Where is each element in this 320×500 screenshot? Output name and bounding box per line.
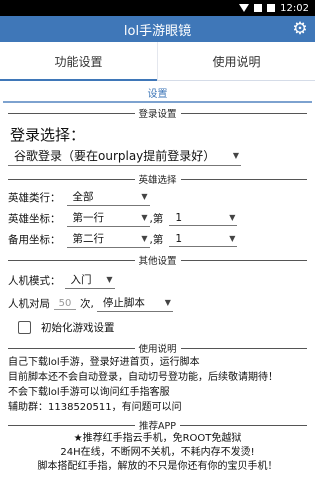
hero-coord-row-value: 第一行 — [72, 212, 105, 224]
chevron-down-icon: ▼ — [141, 192, 148, 201]
mode-select[interactable]: 入门 ▼ — [64, 272, 115, 289]
hero-category-label: 英雄类行： — [8, 192, 61, 204]
tab-function-settings[interactable]: 功能设置 — [0, 42, 157, 81]
hero-coord-sep: ,第 — [149, 213, 164, 225]
backup-coord-label: 备用坐标： — [8, 234, 61, 246]
section-login: 登录设置 — [8, 106, 307, 120]
recommend-line: ★推荐红手指云手机，免ROOT免越狱 — [73, 433, 242, 444]
chevron-down-icon: ▼ — [164, 298, 171, 307]
login-select-value: 谷歌登录（要在ourplay提前登录好） — [14, 149, 216, 163]
usage-line: 自己下载lol手游，登录好进首页，运行脚本 — [8, 357, 200, 368]
init-checkbox[interactable] — [18, 321, 31, 334]
usage-line: 不会下载lol手游可以询问红手指客服 — [8, 387, 170, 398]
usage-line: 目前脚本还不会自动登录，自动切号登功能，后续敬请期待！ — [8, 372, 278, 383]
status-bar: 12:02 — [0, 0, 315, 16]
hero-coord-row-select[interactable]: 第一行 ▼ — [66, 210, 150, 227]
usage-line: 辅助群：1138520511，有问题可以问 — [8, 402, 182, 413]
chevron-down-icon: ▼ — [229, 234, 236, 243]
times-label: 人机对局 — [8, 298, 50, 310]
chevron-down-icon: ▼ — [229, 213, 236, 222]
chevron-down-icon: ▼ — [106, 275, 113, 284]
hero-coord-col-value: 1 — [175, 211, 183, 224]
mode-label: 人机模式： — [8, 275, 61, 287]
chevron-down-icon: ▼ — [141, 234, 148, 243]
backup-coord-sep: ,第 — [149, 234, 164, 246]
recommend-text: ★推荐红手指云手机，免ROOT免越狱 24H在线，不断网不关机，不耗内存不发烫!… — [0, 432, 315, 474]
mode-value: 入门 — [70, 274, 92, 286]
wifi-icon — [239, 4, 250, 12]
stop-value: 停止脚本 — [102, 297, 145, 309]
init-label: 初始化游戏设置 — [41, 322, 115, 334]
battery-icon — [267, 4, 276, 12]
hero-coord-label: 英雄坐标： — [8, 213, 61, 225]
chevron-down-icon: ▼ — [232, 151, 239, 160]
backup-coord-col-value: 1 — [175, 232, 183, 245]
subtab-indicator — [3, 101, 312, 103]
login-label: 登录选择： — [10, 126, 86, 144]
section-other: 其他设置 — [8, 253, 307, 267]
times-unit: 次, — [80, 298, 94, 310]
chevron-down-icon: ▼ — [141, 213, 148, 222]
usage-text: 自己下载lol手游，登录好进首页，运行脚本 目前脚本还不会自动登录，自动切号登功… — [8, 355, 315, 415]
hero-coord-col-select[interactable]: 1 ▼ — [169, 211, 238, 226]
hero-category-select[interactable]: 全部 ▼ — [66, 189, 150, 206]
section-recommend: 推荐APP — [8, 418, 307, 432]
status-time: 12:02 — [280, 2, 309, 14]
section-hero: 英雄选择 — [8, 172, 307, 186]
backup-coord-row-select[interactable]: 第二行 ▼ — [66, 231, 150, 248]
login-select[interactable]: 谷歌登录（要在ourplay提前登录好） ▼ — [8, 147, 241, 166]
times-input[interactable]: 50 — [54, 298, 76, 310]
app-title: lol手游眼镜 — [123, 23, 192, 39]
app-bar: lol手游眼镜 ⚙ — [0, 16, 315, 42]
gear-icon[interactable]: ⚙ — [291, 20, 309, 38]
subtab-settings[interactable]: 设置 — [0, 81, 315, 101]
tab-usage-guide[interactable]: 使用说明 — [157, 42, 315, 80]
tab-bar: 功能设置 使用说明 — [0, 42, 315, 81]
section-usage: 使用说明 — [8, 341, 307, 355]
hero-category-value: 全部 — [72, 191, 94, 203]
signal-icon — [254, 4, 263, 12]
backup-coord-col-select[interactable]: 1 ▼ — [169, 232, 238, 247]
recommend-line: 脚本搭配红手指，解放的不只是你还有你的宝贝手机！ — [37, 461, 278, 472]
recommend-line: 24H在线，不断网不关机，不耗内存不发烫! — [60, 447, 255, 458]
backup-coord-row-value: 第二行 — [72, 233, 105, 245]
stop-select[interactable]: 停止脚本 ▼ — [96, 295, 173, 312]
